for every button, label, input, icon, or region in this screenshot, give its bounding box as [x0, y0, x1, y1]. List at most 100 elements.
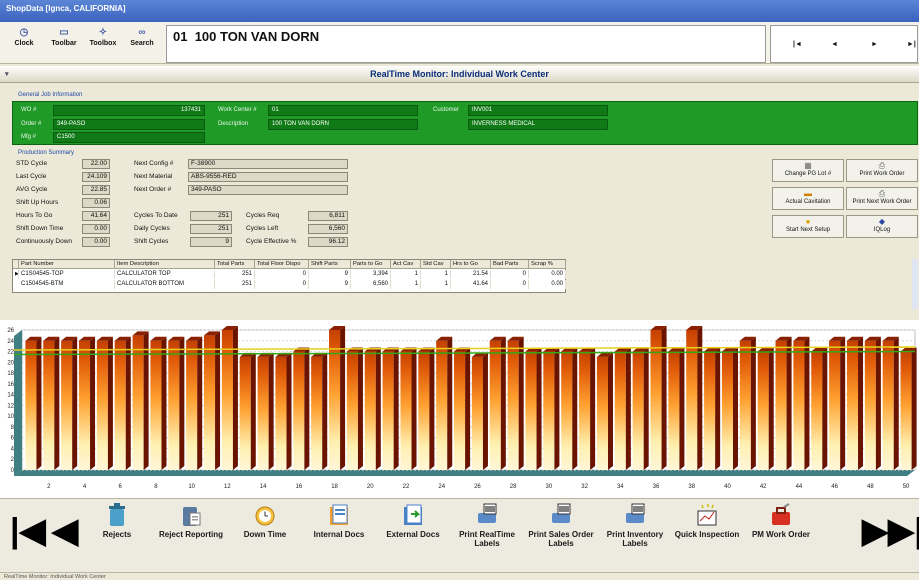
nav-next-button[interactable]: ► — [871, 41, 878, 48]
column-header[interactable]: Act Cav — [391, 260, 421, 269]
last-record-icon[interactable]: ▶| — [888, 511, 919, 551]
print-inventory-labels-button[interactable]: Print Inventory Labels — [600, 503, 670, 571]
table-cell: 1 — [421, 280, 451, 289]
print-next-work-order-button[interactable]: ⎙ Print Next Work Order — [846, 187, 918, 210]
bar-front — [632, 351, 644, 470]
nav-last-button[interactable]: ►| — [907, 41, 916, 48]
clock-button[interactable]: ◷ Clock — [6, 26, 42, 60]
print-realtime-labels-button[interactable]: Print RealTime Labels — [452, 503, 522, 571]
print-work-order-button[interactable]: ⎙ Print Work Order — [846, 159, 918, 182]
table-cell: CALCULATOR TOP — [115, 270, 215, 279]
first-record-icon[interactable]: |◀ — [10, 511, 46, 551]
bar-front — [257, 356, 269, 470]
toolbox-button[interactable]: ✧ Toolbox — [85, 26, 121, 60]
toolbar-label: Toolbar — [51, 40, 77, 47]
quick-inspection-button[interactable]: Quick Inspection — [672, 503, 742, 571]
bar-side — [643, 347, 649, 470]
right-scrollbar[interactable] — [912, 259, 918, 309]
bar-front — [793, 340, 805, 470]
printer-icon: ⎙ — [878, 161, 886, 170]
cycle-eff-label: Cycle Effective % — [246, 238, 297, 245]
clock-icon: ◷ — [19, 27, 29, 38]
start-next-setup-label: Start Next Setup — [785, 227, 831, 233]
bar-side — [875, 336, 881, 470]
down-time-button[interactable]: Down Time — [230, 503, 300, 571]
chart-bar — [311, 352, 328, 470]
shift-cycles-label: Shift Cycles — [134, 238, 169, 245]
table-cell: 0.00 — [529, 270, 566, 279]
column-header[interactable]: Std Cav — [421, 260, 451, 269]
column-header[interactable]: Total Parts — [215, 260, 255, 269]
rejects-button[interactable]: Rejects — [82, 503, 152, 571]
bar-side — [679, 347, 685, 470]
column-header[interactable]: Hrs to Go — [451, 260, 491, 269]
bar-front — [96, 340, 108, 470]
avg-cycle-value: 22.85 — [82, 185, 110, 195]
chart-bar — [346, 347, 363, 470]
actual-cavitation-button[interactable]: ▬ Actual Cavitation — [772, 187, 844, 210]
bar-front — [900, 351, 912, 470]
bar-front — [721, 351, 734, 470]
chart-bar — [257, 352, 274, 470]
table-cell: CALCULATOR BOTTOM — [115, 280, 215, 289]
daily-cycles-label: Daily Cycles — [134, 225, 170, 232]
print-sales-order-labels-button[interactable]: Print Sales Order Labels — [526, 503, 596, 571]
bar-side — [36, 336, 42, 470]
cycle-time-chart: 0 2 4 6 8 10 12 14 16 18 20 22 24 26 2 4 6 8 10 12 14 16 18 20… — [0, 320, 919, 498]
order-field: 349-PASO — [53, 119, 205, 130]
column-header[interactable]: Total Floor Dispo — [255, 260, 309, 269]
toolbar-icon: ▭ — [59, 27, 69, 38]
reject-report-icon — [183, 507, 201, 526]
chart-bar — [846, 336, 864, 470]
table-cell: 9 — [309, 270, 351, 279]
external-docs-label: External Docs — [386, 530, 440, 539]
search-button[interactable]: ∞ Search — [124, 26, 160, 60]
nav-prev-button[interactable]: ◄ — [831, 41, 838, 48]
bar-front — [25, 340, 37, 470]
internal-docs-button[interactable]: Internal Docs — [304, 503, 374, 571]
pm-work-order-button[interactable]: PM Work Order — [746, 503, 816, 571]
external-docs-icon — [404, 504, 422, 525]
start-next-setup-button[interactable]: ● Start Next Setup — [772, 215, 844, 238]
column-header[interactable]: Scrap % — [529, 260, 566, 269]
iqlog-button[interactable]: ◆ IQLog — [846, 215, 918, 238]
x-tick-label: 48 — [867, 484, 874, 490]
y-tick-label: 10 — [7, 414, 14, 420]
column-header[interactable]: Shift Parts — [309, 260, 351, 269]
internal-docs-label: Internal Docs — [313, 530, 365, 539]
production-section-label: Production Summary — [18, 150, 75, 156]
table-cell: 0 — [491, 270, 529, 279]
print-inventory-labels-label: Print Inventory Labels — [606, 530, 664, 548]
print-sales-order-labels-label: Print Sales Order Labels — [528, 530, 594, 548]
column-header[interactable]: Item Description — [115, 260, 215, 269]
nav-first-button[interactable]: |◄ — [793, 41, 802, 48]
x-tick-label: 8 — [154, 484, 158, 490]
table-cell: 0 — [255, 280, 309, 289]
table-cell: 1 — [391, 280, 421, 289]
next-record-icon[interactable]: ▶ — [862, 511, 888, 551]
external-docs-button[interactable]: External Docs — [378, 503, 448, 571]
column-header[interactable]: Parts to Go — [351, 260, 391, 269]
chart-bar — [203, 331, 221, 470]
column-header[interactable]: Bad Parts — [491, 260, 529, 269]
reject-reporting-button[interactable]: Reject Reporting — [156, 503, 226, 571]
chart-bar — [293, 347, 310, 470]
bar-side — [322, 352, 328, 470]
y-tick-label: 22 — [7, 350, 14, 356]
previous-record-icon[interactable]: ◀ — [52, 511, 78, 551]
pm-work-order-label: PM Work Order — [751, 530, 811, 539]
cycles-left-value: 6,560 — [308, 224, 348, 234]
general-job-panel: WO # 137431 Order # 349-PASO Mfg # C1500… — [12, 101, 918, 145]
rejects-label: Rejects — [102, 530, 132, 539]
collapse-chevron-icon[interactable]: ▾ — [5, 70, 9, 78]
toolbar-button[interactable]: ▭ Toolbar — [46, 26, 82, 60]
change-pg-lot-button[interactable]: ▦ Change PG Lot # — [772, 159, 844, 182]
table-cell: C1504545-BTM — [19, 280, 115, 289]
bar-side — [804, 336, 810, 470]
barcode-printer-icon — [552, 503, 571, 523]
last-cycle-label: Last Cycle — [16, 173, 47, 180]
column-header[interactable]: Part Number — [19, 260, 115, 269]
print-realtime-labels-label: Print RealTime Labels — [459, 530, 515, 548]
table-cell: 251 — [215, 280, 255, 289]
chart-bar — [132, 331, 149, 470]
